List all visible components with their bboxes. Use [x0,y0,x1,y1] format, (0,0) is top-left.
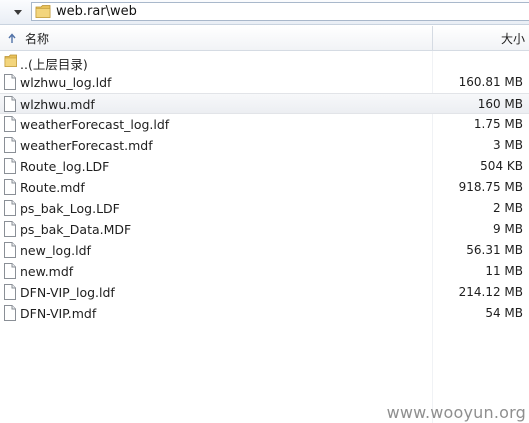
file-name: wlzhwu.mdf [20,97,95,112]
history-dropdown-button[interactable] [9,2,27,22]
column-header-size[interactable]: 大小 [433,26,529,50]
file-row[interactable]: weatherForecast_log.ldf 1.75 MB [0,114,529,135]
file-icon [4,305,16,324]
file-icon [4,263,16,282]
folder-icon [35,5,51,18]
file-icon [4,137,16,156]
path-text: web.rar\web [56,4,137,19]
file-row[interactable]: DFN-VIP_log.ldf 214.12 MB [0,282,529,303]
watermark: www.wooyun.org [386,403,526,422]
file-icon [4,179,16,198]
file-icon [4,74,16,93]
file-icon [4,96,16,115]
file-size: 504 KB [480,159,523,173]
file-name: new_log.ldf [20,243,91,258]
file-name: DFN-VIP_log.ldf [20,285,115,300]
file-size: 9 MB [492,222,523,236]
file-row[interactable]: DFN-VIP.mdf 54 MB [0,303,529,324]
file-icon [4,116,16,135]
column-header-name-label: 名称 [25,32,50,46]
file-name: Route_log.LDF [20,159,110,174]
file-size: 54 MB [485,306,523,320]
file-size: 160.81 MB [458,75,523,89]
file-size: 56.31 MB [466,243,523,257]
file-size: 3 MB [492,138,523,152]
file-size: 214.12 MB [458,285,523,299]
folder-icon [4,53,18,71]
column-header-name[interactable]: 名称 [0,26,433,50]
file-size: 2 MB [492,201,523,215]
file-row[interactable]: Route_log.LDF 504 KB [0,156,529,177]
file-name: weatherForecast.mdf [20,138,153,153]
file-icon [4,200,16,219]
column-header: 名称 大小 [0,26,529,51]
file-size: 11 MB [485,264,523,278]
column-header-size-label: 大小 [500,32,525,46]
file-name: ps_bak_Data.MDF [20,222,132,237]
parent-directory-row[interactable]: ..(上层目录) [0,51,529,72]
file-icon [4,221,16,240]
file-name: new.mdf [20,264,74,279]
file-row[interactable]: new.mdf 11 MB [0,261,529,282]
file-row[interactable]: weatherForecast.mdf 3 MB [0,135,529,156]
file-row[interactable]: ps_bak_Log.LDF 2 MB [0,198,529,219]
address-bar: web.rar\web [0,0,529,25]
file-name: ..(上层目录) [20,57,88,72]
file-size: 1.75 MB [473,117,523,131]
file-size: 918.75 MB [458,180,523,194]
file-row[interactable]: new_log.ldf 56.31 MB [0,240,529,261]
file-icon [4,242,16,261]
file-icon [4,158,16,177]
file-row[interactable]: Route.mdf 918.75 MB [0,177,529,198]
file-list: ..(上层目录) wlzhwu_log.ldf 160.81 MB wlzhwu.md… [0,51,529,324]
path-field[interactable]: web.rar\web [31,2,529,21]
file-row[interactable]: wlzhwu.mdf 160 MB [0,93,529,114]
file-name: weatherForecast_log.ldf [20,117,170,132]
file-name: Route.mdf [20,180,85,195]
file-name: ps_bak_Log.LDF [20,201,120,216]
file-row[interactable]: wlzhwu_log.ldf 160.81 MB [0,72,529,93]
file-row[interactable]: ps_bak_Data.MDF 9 MB [0,219,529,240]
file-name: wlzhwu_log.ldf [20,75,112,90]
file-name: DFN-VIP.mdf [20,306,97,321]
file-icon [4,284,16,303]
file-size: 160 MB [477,97,523,111]
chevron-down-icon [14,9,22,15]
sort-arrow-icon [8,33,16,43]
